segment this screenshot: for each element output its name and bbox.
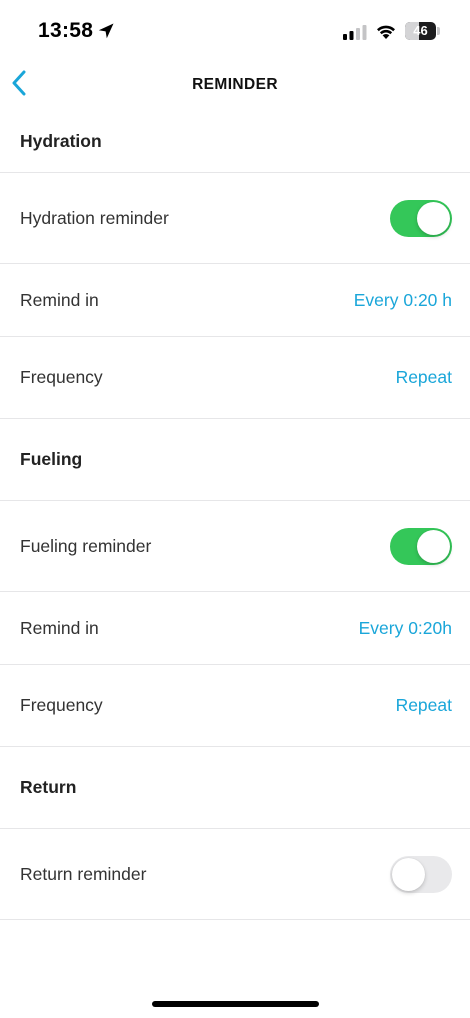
battery-level: 46 — [413, 23, 428, 38]
row-label: Hydration reminder — [20, 207, 169, 228]
page-title: REMINDER — [192, 76, 278, 93]
wifi-icon — [377, 25, 395, 39]
fueling-remind-in-row[interactable]: Remind in Every 0:20h — [0, 592, 470, 665]
return-reminder-toggle[interactable] — [390, 855, 452, 893]
row-label: Return reminder — [20, 863, 147, 884]
row-label: Remind in — [20, 617, 99, 638]
return-reminder-row: Return reminder — [0, 829, 470, 920]
hydration-remind-in-value[interactable]: Every 0:20 h — [354, 290, 452, 311]
section-header-hydration: Hydration — [0, 110, 470, 173]
row-label: Remind in — [20, 289, 99, 310]
settings-list: Hydration Hydration reminder Remind in E… — [0, 110, 470, 920]
row-label: Frequency — [20, 367, 103, 387]
hydration-frequency-row[interactable]: Frequency Repeat — [0, 337, 470, 419]
section-header-return: Return — [0, 747, 470, 829]
home-indicator — [152, 1001, 319, 1007]
hydration-frequency-value[interactable]: Repeat — [396, 367, 452, 388]
fueling-remind-in-value[interactable]: Every 0:20h — [359, 618, 452, 639]
hydration-reminder-row: Hydration reminder — [0, 173, 470, 264]
toggle-knob — [417, 201, 450, 235]
battery-icon: 46 — [405, 22, 436, 40]
section-header-fueling: Fueling — [0, 419, 470, 501]
hydration-reminder-toggle[interactable] — [390, 199, 452, 237]
hydration-remind-in-row[interactable]: Remind in Every 0:20 h — [0, 264, 470, 337]
status-time: 13:58 — [38, 19, 94, 42]
signal-icon — [343, 25, 367, 40]
location-arrow-icon — [98, 23, 114, 39]
fueling-reminder-toggle[interactable] — [390, 527, 452, 565]
fueling-reminder-row: Fueling reminder — [0, 501, 470, 592]
status-bar: 13:58 46 — [0, 0, 470, 60]
toggle-knob — [392, 857, 425, 891]
toggle-knob — [417, 529, 450, 563]
battery-nub — [437, 27, 440, 35]
nav-bar: REMINDER — [0, 60, 470, 110]
fueling-frequency-value[interactable]: Repeat — [396, 695, 452, 716]
row-label: Fueling reminder — [20, 535, 152, 556]
fueling-frequency-row[interactable]: Frequency Repeat — [0, 665, 470, 747]
row-label: Frequency — [20, 695, 103, 715]
